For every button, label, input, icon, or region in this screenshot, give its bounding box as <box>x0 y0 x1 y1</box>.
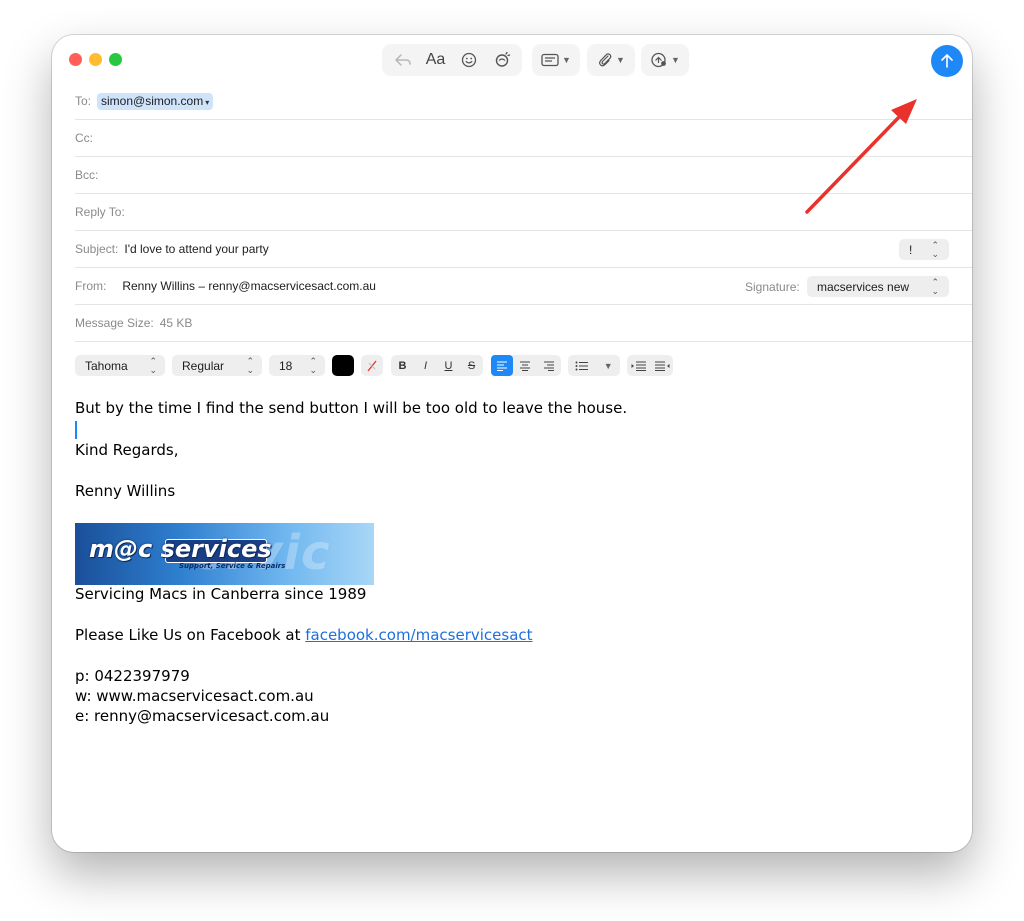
recipient-address: simon@simon.com <box>101 93 204 108</box>
size-select[interactable]: 18 ⌃ ⌄ <box>269 355 325 376</box>
font-value: Tahoma <box>85 358 128 373</box>
list-style-select[interactable]: ▼ <box>568 355 620 376</box>
from-field[interactable]: From: Renny Willins – renny@macservicesa… <box>75 268 972 305</box>
header-fields-button[interactable]: ▼ <box>532 44 580 76</box>
subject-field[interactable]: Subject: I'd love to attend your party !… <box>75 231 972 268</box>
cc-label: Cc: <box>75 131 93 145</box>
chevron-down-icon: ▼ <box>616 55 625 65</box>
message-size-value: 45 KB <box>159 316 193 330</box>
message-line: But by the time I find the send button I… <box>75 399 628 417</box>
bold-button[interactable]: B <box>391 355 414 376</box>
font-select[interactable]: Tahoma ⌃ ⌄ <box>75 355 165 376</box>
facebook-link[interactable]: facebook.com/macservicesact <box>305 626 532 644</box>
updown-chevron-icon: ⌃ ⌄ <box>931 239 939 259</box>
signature-value: macservices new <box>817 279 910 294</box>
message-size-row: Message Size: 45 KB <box>75 305 972 342</box>
indent-group <box>627 355 673 376</box>
signature-select[interactable]: macservices new ⌃ ⌄ <box>807 276 949 297</box>
align-center-button[interactable] <box>513 355 537 376</box>
increase-indent-icon[interactable] <box>654 361 670 371</box>
format-button[interactable]: Aa <box>424 47 448 73</box>
send-button[interactable] <box>931 45 963 77</box>
markup-button[interactable]: ▼ <box>641 44 689 76</box>
signature-label: Signature: <box>745 280 800 294</box>
bullet-list-icon <box>575 361 589 370</box>
cc-field[interactable]: Cc: <box>75 120 972 157</box>
paperclip-icon: ▼ <box>597 47 625 73</box>
chevron-down-icon: ▼ <box>671 55 680 65</box>
signature-phone: p: 0422397979 <box>75 667 190 685</box>
style-select[interactable]: Regular ⌃ ⌄ <box>172 355 262 376</box>
reply-to-field[interactable]: Reply To: <box>75 194 972 231</box>
chevron-down-icon: ▼ <box>603 360 613 371</box>
size-value: 18 <box>279 358 293 373</box>
to-field[interactable]: To: simon@simon.com ▾ <box>75 83 972 120</box>
close-window-button[interactable] <box>69 53 82 66</box>
updown-chevron-icon: ⌃ ⌄ <box>246 355 254 375</box>
bcc-label: Bcc: <box>75 168 99 182</box>
bcc-field[interactable]: Bcc: <box>75 157 972 194</box>
style-value: Regular <box>182 358 225 373</box>
zoom-window-button[interactable] <box>109 53 122 66</box>
strikethrough-button[interactable]: S <box>460 355 483 376</box>
send-arrow-icon <box>941 54 953 68</box>
from-label: From: <box>75 279 107 293</box>
align-left-button[interactable] <box>491 355 513 376</box>
markup-icon: ▼ <box>650 47 680 73</box>
subject-label: Subject: <box>75 242 119 256</box>
align-right-button[interactable] <box>537 355 561 376</box>
chevron-down-icon: ▼ <box>562 55 571 65</box>
emoji-icon[interactable] <box>457 47 481 73</box>
updown-chevron-icon: ⌃ ⌄ <box>149 355 157 375</box>
toolbar-group-edit: Aa <box>382 44 522 76</box>
updown-chevron-icon: ⌃ ⌄ <box>931 276 939 296</box>
mail-compose-window: Aa ▼ ▼ ▼ To: simon@simon.com ▾ Cc: Bcc: … <box>52 35 972 852</box>
header-fields-icon: ▼ <box>541 47 571 73</box>
no-color-icon <box>367 360 377 371</box>
align-right-icon <box>544 360 554 371</box>
from-select[interactable]: Renny Willins – renny@macservicesact.com… <box>122 279 376 293</box>
signature-greeting: Kind Regards, <box>75 441 179 459</box>
company-logo: ervic m@c services Support, Service & Re… <box>75 523 374 585</box>
align-center-icon <box>520 360 530 371</box>
text-style-group: B I U S <box>391 355 483 376</box>
underline-button[interactable]: U <box>437 355 460 376</box>
recipient-token[interactable]: simon@simon.com ▾ <box>97 92 214 110</box>
text-cursor <box>75 421 77 439</box>
priority-value: ! <box>909 242 913 257</box>
signature-web: w: www.macservicesact.com.au <box>75 687 314 705</box>
toolbar: Aa ▼ ▼ ▼ <box>52 35 972 83</box>
facebook-prefix: Please Like Us on Facebook at <box>75 626 306 644</box>
message-size-label: Message Size: <box>75 316 154 330</box>
align-left-icon <box>497 360 507 371</box>
chevron-down-icon: ▾ <box>205 97 210 107</box>
text-color-swatch[interactable] <box>332 355 354 376</box>
attach-button[interactable]: ▼ <box>587 44 635 76</box>
reply-arrow-icon[interactable] <box>391 47 415 73</box>
reply-to-label: Reply To: <box>75 205 125 219</box>
logo-wordmark: m@c services <box>89 535 272 563</box>
signature-tagline: Servicing Macs in Canberra since 1989 <box>75 585 367 603</box>
minimize-window-button[interactable] <box>89 53 102 66</box>
background-color-button[interactable] <box>361 355 383 376</box>
updown-chevron-icon: ⌃ ⌄ <box>309 355 317 375</box>
priority-select[interactable]: ! ⌃ ⌄ <box>899 239 949 260</box>
decrease-indent-icon[interactable] <box>631 361 647 371</box>
logo-tagline: Support, Service & Repairs <box>179 562 286 570</box>
signature-name: Renny Willins <box>75 482 176 500</box>
subject-input[interactable]: I'd love to attend your party <box>124 242 268 256</box>
facebook-line: Please Like Us on Facebook at facebook.c… <box>75 626 533 644</box>
alignment-group <box>491 355 561 376</box>
photo-effects-icon[interactable] <box>490 47 514 73</box>
signature-email: e: renny@macservicesact.com.au <box>75 707 330 725</box>
to-label: To: <box>75 94 92 108</box>
italic-button[interactable]: I <box>414 355 437 376</box>
